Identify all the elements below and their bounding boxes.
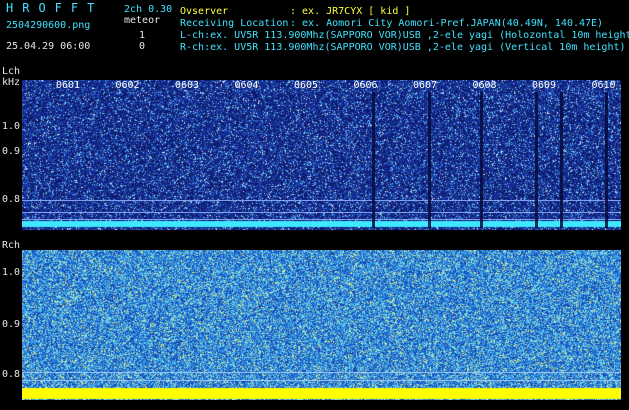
lch-unit: kHz [2,77,21,88]
app-logo: HROFFT [6,1,104,15]
minute-label-0605: 0605 [294,80,319,91]
rch-label: Rch [2,240,21,251]
lch-marker-line [22,212,621,213]
lch-marker-line [22,200,621,201]
rch-marker-line [22,372,621,373]
lch-marker-line [22,219,621,220]
lch-dark-streak [428,92,431,228]
lch-dark-streak [372,92,375,228]
lch-waterfall [22,80,621,230]
lch-dark-streak [535,92,538,228]
minute-label-0608: 0608 [472,80,497,91]
lch-label: Lch [2,66,21,77]
mode-label: 2ch 0.30 [124,4,173,15]
minute-label-0609: 0609 [532,80,557,91]
lch-tick-0-9: 0.9 [2,146,21,157]
location-label: Receiving Location [180,18,289,29]
minute-label-0607: 0607 [413,80,438,91]
lch-tick-0-8: 0.8 [2,194,21,205]
minute-label-0610: 0610 [591,80,616,91]
minute-label-0604: 0604 [234,80,259,91]
minute-label-0603: 0603 [175,80,200,91]
lch-dark-streak [560,92,563,228]
type-label: meteor [124,15,161,26]
rch-marker-line [22,380,621,381]
rch-info: R-ch:ex. UV5R 113.900Mhz(SAPPORO VOR)USB… [180,42,626,53]
lch-tick-1-0: 1.0 [2,121,21,132]
lch-dark-streak [605,92,608,228]
location-value: : ex. Aomori City Aomori-Pref.JAPAN(40.4… [290,18,604,29]
rch-tick-0-8: 0.8 [2,369,21,380]
minute-label-0602: 0602 [115,80,140,91]
lch-dark-streak [480,92,483,228]
rch-waterfall [22,250,621,400]
lch-info: L-ch:ex. UV5R 113.900Mhz(SAPPORO VOR)USB… [180,30,629,41]
minute-label-0606: 0606 [353,80,378,91]
lch-count: 1 [139,30,146,41]
observer-value: : ex. JR7CYX [ kid ] [290,6,411,17]
rch-tick-0-9: 0.9 [2,319,21,330]
minute-label-0601: 0601 [56,80,81,91]
rch-count: 0 [139,41,146,52]
observer-label: Ovserver [180,6,229,17]
filename: 2504290600.png [6,20,91,31]
rch-tick-1-0: 1.0 [2,267,21,278]
datetime: 25.04.29 06:00 [6,41,91,52]
